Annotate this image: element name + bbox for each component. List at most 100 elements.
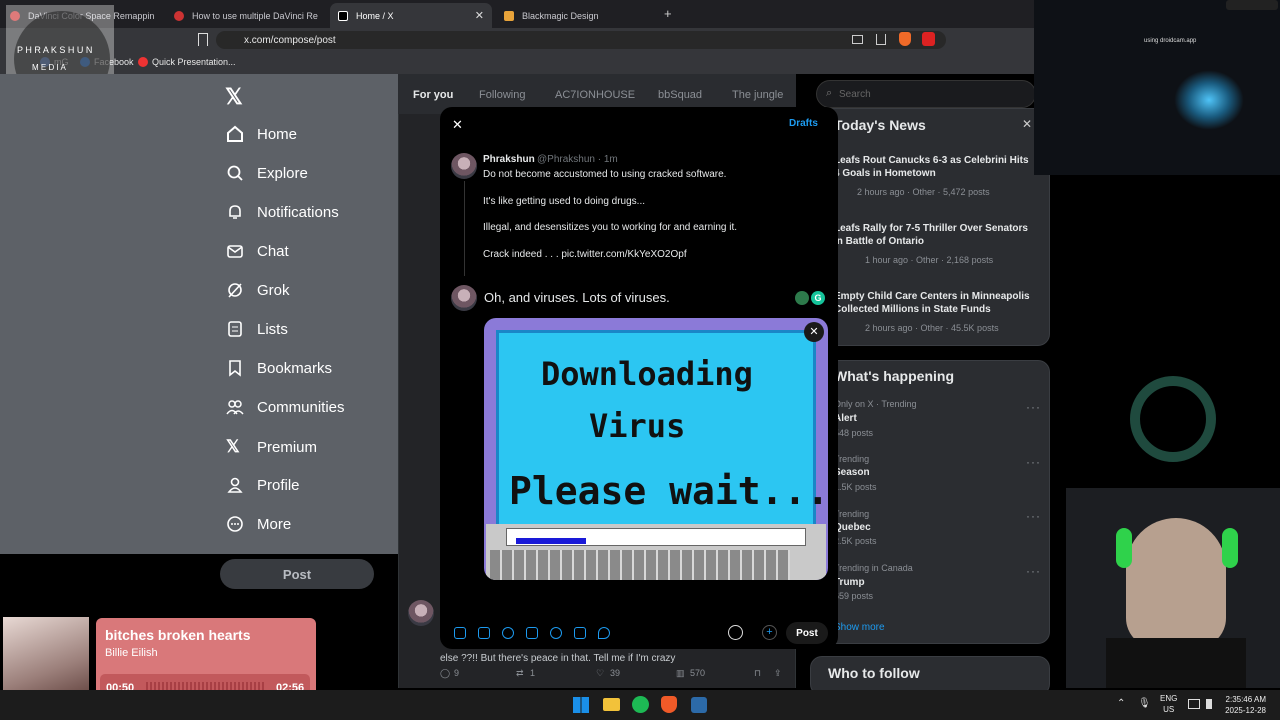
nav-label: More [257, 515, 292, 533]
compose-post-button[interactable]: Post [786, 622, 828, 644]
add-post-icon[interactable]: + [762, 625, 777, 640]
windows-start-icon[interactable] [573, 697, 589, 713]
trend-name[interactable]: Season [834, 466, 870, 479]
grammar-extension-icon[interactable] [795, 291, 809, 305]
gif-icon[interactable] [478, 627, 490, 639]
tab-for-you[interactable]: For you [413, 89, 453, 101]
nav-home[interactable]: Home [226, 125, 297, 143]
avatar[interactable] [408, 600, 434, 626]
trend-context: Trending [834, 454, 870, 464]
brave-shield-icon[interactable] [899, 32, 911, 46]
display-icon[interactable] [1188, 699, 1200, 709]
share-icon[interactable] [876, 34, 886, 45]
microphone-icon[interactable]: 🎙 [1138, 698, 1151, 709]
watermark-text-bottom: M E D I A [32, 63, 66, 72]
volume-icon[interactable] [1206, 699, 1216, 709]
nav-explore[interactable]: Explore [226, 164, 308, 182]
news-headline[interactable]: Empty Child Care Centers in Minneapolis … [834, 290, 1034, 316]
streamer-shirt [1106, 638, 1246, 688]
x-logo-icon[interactable]: 𝕏 [225, 84, 243, 110]
nav-bookmarks[interactable]: Bookmarks [226, 359, 332, 377]
show-more-link[interactable]: Show more [834, 622, 885, 633]
image-icon[interactable] [454, 627, 466, 639]
keyboard-image [486, 524, 826, 580]
media-text: Downloading [541, 355, 753, 393]
compose-toolbar: + [440, 618, 838, 648]
new-tab-button[interactable]: + [664, 6, 672, 21]
davinci-resolve-icon[interactable] [691, 697, 707, 713]
x-favicon-icon [338, 10, 348, 21]
attached-media: Downloading Virus Please wait... ✕ [484, 318, 828, 580]
key-rows [490, 550, 790, 580]
bookmark-icon[interactable]: ⊓ [754, 668, 761, 679]
cast-icon[interactable] [852, 35, 863, 44]
poll-icon[interactable] [526, 627, 538, 639]
url-text: x.com/compose/post [244, 34, 336, 46]
browser-tab[interactable]: Blackmagic Design [496, 3, 686, 28]
camera-status-badges [1226, 0, 1278, 10]
drafts-button[interactable]: Drafts [789, 118, 818, 129]
more-circle-icon [227, 516, 243, 532]
trend-posts: 548 posts [834, 428, 874, 438]
location-icon[interactable] [598, 627, 610, 639]
search-input[interactable]: ⌕ Search [816, 80, 1036, 108]
more-options-icon[interactable]: ··· [1026, 400, 1041, 414]
close-icon[interactable]: ✕ [1022, 117, 1032, 131]
news-headline[interactable]: Leafs Rally for 7-5 Thriller Over Senato… [834, 222, 1034, 248]
desk-camera-overlay: using droidcam.app [1034, 0, 1280, 175]
more-options-icon[interactable]: ··· [1026, 564, 1041, 578]
post-button[interactable]: Post [220, 559, 374, 589]
tweet-text: else ??!! But there's peace in that. Tel… [440, 653, 676, 664]
bell-icon [229, 205, 241, 219]
clock[interactable]: 2:35:46 AM 2025-12-28 [1222, 694, 1266, 716]
grok-icon [228, 283, 242, 298]
tab-the-jungle[interactable]: The jungle [732, 89, 783, 101]
share-icon[interactable]: ⇪ [774, 668, 782, 679]
browser-tab[interactable]: How to use multiple DaVinci Resolve [166, 3, 326, 28]
nav-profile[interactable]: Profile [226, 476, 300, 494]
browser-tab-active[interactable]: Home / X ✕ [330, 3, 492, 28]
emoji-icon[interactable] [550, 627, 562, 639]
views-icon[interactable]: ▥ [676, 668, 685, 679]
nav-label: Bookmarks [257, 359, 333, 377]
grok-icon[interactable] [502, 627, 514, 639]
bookmark-quick-presentation[interactable]: Quick Presentation... [138, 57, 236, 67]
grammarly-icon[interactable]: G [811, 291, 825, 305]
taskbar: ⌃ 🎙 ENG US 2:35:46 AM 2025-12-28 [0, 690, 1280, 720]
brave-icon[interactable] [661, 696, 677, 713]
language-indicator[interactable]: ENG US [1160, 693, 1177, 715]
clock-date: 2025-12-28 [1225, 706, 1266, 715]
repost-icon[interactable]: ⇄ [516, 668, 524, 679]
nav-premium[interactable]: 𝕏 Premium [226, 437, 317, 457]
reply-icon[interactable]: ◯ [440, 668, 450, 679]
nav-lists[interactable]: Lists [226, 320, 288, 338]
nav-chat[interactable]: Chat [226, 242, 289, 260]
nav-more[interactable]: More [226, 515, 291, 533]
remove-media-button[interactable]: ✕ [804, 322, 824, 342]
more-options-icon[interactable]: ··· [1026, 509, 1041, 523]
tab-bbsquad[interactable]: bbSquad [658, 89, 702, 101]
close-icon[interactable]: ✕ [452, 117, 463, 133]
nav-label: Home [257, 125, 298, 143]
bookmark-star-icon[interactable] [198, 33, 208, 46]
tab-ac7ionhouse[interactable]: AC7IONHOUSE [555, 89, 635, 101]
nav-notifications[interactable]: Notifications [226, 203, 339, 221]
compose-text-input[interactable]: Oh, and viruses. Lots of viruses. [484, 290, 670, 305]
address-bar[interactable]: x.com/compose/post [216, 31, 946, 49]
news-headline[interactable]: Leafs Rout Canucks 6-3 as Celebrini Hits… [834, 154, 1034, 180]
tab-following[interactable]: Following [479, 89, 525, 101]
schedule-icon[interactable] [574, 627, 586, 639]
show-hidden-icons-icon[interactable]: ⌃ [1117, 698, 1125, 709]
close-tab-icon[interactable]: ✕ [475, 9, 484, 22]
trend-name[interactable]: Trump [834, 576, 865, 589]
brave-rewards-icon[interactable] [922, 32, 935, 46]
avatar [451, 285, 477, 311]
nav-grok[interactable]: Grok [226, 281, 290, 299]
character-counter-icon [728, 625, 743, 640]
file-explorer-icon[interactable] [603, 698, 620, 711]
trend-name[interactable]: Quebec [834, 521, 871, 534]
spotify-icon[interactable] [632, 696, 649, 713]
more-options-icon[interactable]: ··· [1026, 455, 1041, 469]
nav-communities[interactable]: Communities [226, 398, 345, 416]
like-icon[interactable]: ♡ [596, 668, 604, 679]
